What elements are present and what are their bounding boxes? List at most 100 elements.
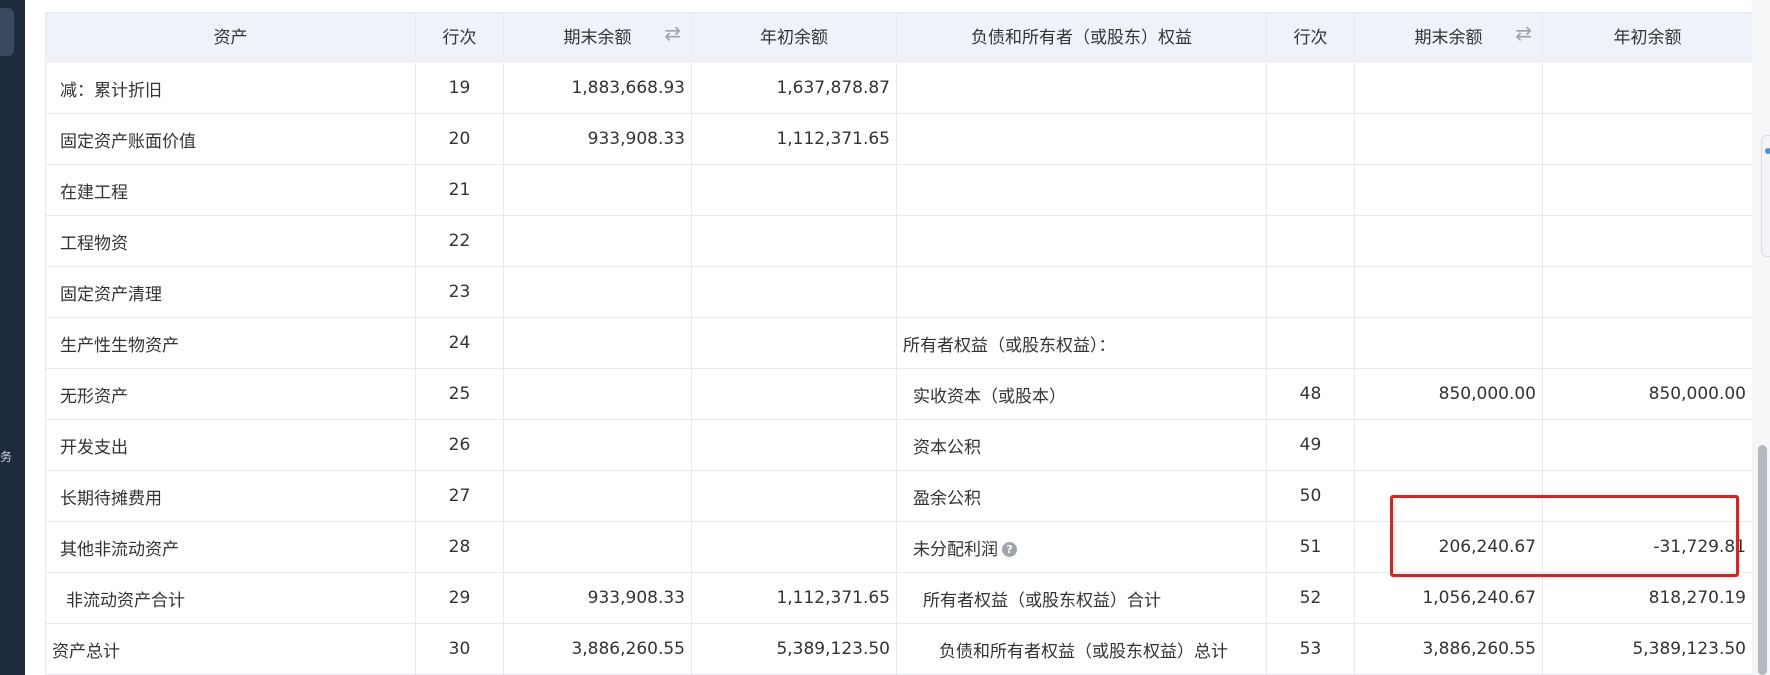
cell-row-no-2 bbox=[1266, 113, 1355, 165]
table-row[interactable]: 无形资产 25 实收资本（或股本） 48 850,000.00 850,000.… bbox=[45, 368, 1752, 420]
cell-end-balance-2[interactable] bbox=[1354, 317, 1543, 369]
table-row[interactable]: 长期待摊费用 27 盈余公积 50 bbox=[45, 470, 1752, 522]
cell-begin-balance-2[interactable]: -31,729.81 bbox=[1542, 521, 1752, 573]
cell-begin-balance[interactable] bbox=[691, 521, 897, 573]
cell-end-balance[interactable]: 933,908.33 bbox=[503, 572, 692, 624]
cell-begin-balance-2[interactable] bbox=[1542, 59, 1752, 114]
cell-begin-balance-2[interactable] bbox=[1542, 113, 1752, 165]
cell-asset-name: 在建工程 bbox=[45, 164, 416, 216]
header-end-balance: 期末余额 ⇄ bbox=[503, 12, 692, 61]
cell-end-balance-2[interactable] bbox=[1354, 419, 1543, 471]
cell-begin-balance-2[interactable] bbox=[1542, 470, 1752, 522]
table-row[interactable]: 开发支出 26 资本公积 49 bbox=[45, 419, 1752, 471]
table-row-total[interactable]: 资产总计 30 3,886,260.55 5,389,123.50 负债和所有者… bbox=[45, 623, 1752, 675]
cell-row-no: 21 bbox=[415, 164, 504, 216]
cell-begin-balance[interactable]: 5,389,123.50 bbox=[691, 623, 897, 675]
cell-begin-balance-2[interactable] bbox=[1542, 419, 1752, 471]
cell-row-no-2: 50 bbox=[1266, 470, 1355, 522]
cell-asset-name: 工程物资 bbox=[45, 215, 416, 267]
swap-icon[interactable]: ⇄ bbox=[1515, 21, 1532, 45]
cell-end-balance[interactable] bbox=[503, 419, 692, 471]
table-row[interactable]: 固定资产清理 23 bbox=[45, 266, 1752, 318]
cell-end-balance-2[interactable] bbox=[1354, 470, 1543, 522]
cell-begin-balance-2[interactable]: 5,389,123.50 bbox=[1542, 623, 1752, 675]
cell-row-no: 24 bbox=[415, 317, 504, 369]
table-row[interactable]: 固定资产账面价值 20 933,908.33 1,112,371.65 bbox=[45, 113, 1752, 165]
cell-liability-section-title: 所有者权益（或股东权益）： bbox=[896, 317, 1267, 369]
cell-asset-name: 开发支出 bbox=[45, 419, 416, 471]
table-header-row: 资产 行次 期末余额 ⇄ 年初余额 负债和所有者（或股东）权益 行次 期末余额 … bbox=[45, 12, 1752, 61]
cell-liability-name: 实收资本（或股本） bbox=[896, 368, 1267, 420]
cell-begin-balance[interactable] bbox=[691, 215, 897, 267]
cell-end-balance[interactable] bbox=[503, 521, 692, 573]
cell-begin-balance[interactable]: 1,112,371.65 bbox=[691, 113, 897, 165]
cell-begin-balance[interactable] bbox=[691, 266, 897, 318]
swap-icon[interactable]: ⇄ bbox=[664, 21, 681, 45]
cell-liability-name bbox=[896, 164, 1267, 216]
cell-end-balance-2[interactable] bbox=[1354, 266, 1543, 318]
cell-begin-balance[interactable] bbox=[691, 164, 897, 216]
table-row-subtotal[interactable]: 非流动资产合计 29 933,908.33 1,112,371.65 所有者权益… bbox=[45, 572, 1752, 624]
help-icon[interactable]: ? bbox=[1002, 542, 1017, 557]
cell-row-no: 19 bbox=[415, 59, 504, 114]
cell-end-balance-2[interactable]: 1,056,240.67 bbox=[1354, 572, 1543, 624]
cell-end-balance[interactable] bbox=[503, 470, 692, 522]
cell-begin-balance-2[interactable] bbox=[1542, 266, 1752, 318]
cell-end-balance-2[interactable] bbox=[1354, 113, 1543, 165]
nav-label-fragment: 务 bbox=[0, 450, 13, 464]
cell-begin-balance[interactable]: 1,112,371.65 bbox=[691, 572, 897, 624]
cell-liability-name: 未分配利润 bbox=[913, 539, 998, 560]
cell-row-no-2 bbox=[1266, 59, 1355, 114]
cell-end-balance[interactable] bbox=[503, 164, 692, 216]
cell-end-balance[interactable] bbox=[503, 317, 692, 369]
cell-begin-balance-2[interactable] bbox=[1542, 164, 1752, 216]
vertical-scrollbar-thumb[interactable] bbox=[1758, 445, 1767, 675]
table-row[interactable]: 生产性生物资产 24 所有者权益（或股东权益）： bbox=[45, 317, 1752, 369]
cell-end-balance[interactable] bbox=[503, 266, 692, 318]
cell-asset-name: 减：累计折旧 bbox=[45, 59, 416, 114]
cell-liability-name bbox=[896, 59, 1267, 114]
side-float-panel[interactable] bbox=[1761, 135, 1770, 257]
cell-row-no: 27 bbox=[415, 470, 504, 522]
cell-end-balance-2[interactable] bbox=[1354, 164, 1543, 216]
cell-liability-name bbox=[896, 266, 1267, 318]
cell-end-balance[interactable] bbox=[503, 215, 692, 267]
table-row[interactable]: 减：累计折旧 19 1,883,668.93 1,637,878.87 bbox=[45, 59, 1752, 114]
cell-liability-name: 盈余公积 bbox=[896, 470, 1267, 522]
table-row[interactable]: 工程物资 22 bbox=[45, 215, 1752, 267]
cell-row-no-2 bbox=[1266, 164, 1355, 216]
header-row-no: 行次 bbox=[415, 12, 504, 61]
cell-end-balance[interactable]: 3,886,260.55 bbox=[503, 623, 692, 675]
cell-begin-balance[interactable]: 1,637,878.87 bbox=[691, 59, 897, 114]
cell-end-balance[interactable]: 1,883,668.93 bbox=[503, 59, 692, 114]
cell-begin-balance[interactable] bbox=[691, 419, 897, 471]
cell-begin-balance-2[interactable]: 850,000.00 bbox=[1542, 368, 1752, 420]
header-begin-balance-2: 年初余额 bbox=[1542, 12, 1752, 61]
cell-begin-balance[interactable] bbox=[691, 470, 897, 522]
header-end-balance-label: 期末余额 bbox=[563, 27, 632, 48]
cell-liability-name bbox=[896, 215, 1267, 267]
cell-end-balance-2[interactable]: 850,000.00 bbox=[1354, 368, 1543, 420]
header-begin-balance: 年初余额 bbox=[691, 12, 897, 61]
table-row[interactable]: 在建工程 21 bbox=[45, 164, 1752, 216]
cell-end-balance-2[interactable] bbox=[1354, 215, 1543, 267]
cell-begin-balance[interactable] bbox=[691, 317, 897, 369]
header-end-balance-2-label: 期末余额 bbox=[1414, 27, 1483, 48]
cell-end-balance[interactable]: 933,908.33 bbox=[503, 113, 692, 165]
cell-liability-name: 负债和所有者权益（或股东权益）总计 bbox=[896, 623, 1267, 675]
nav-collapse-tab[interactable] bbox=[0, 8, 14, 56]
cell-begin-balance-2[interactable] bbox=[1542, 317, 1752, 369]
cell-end-balance-2[interactable]: 3,886,260.55 bbox=[1354, 623, 1543, 675]
cell-end-balance-2[interactable]: 206,240.67 bbox=[1354, 521, 1543, 573]
table-row-highlighted[interactable]: 其他非流动资产 28 未分配利润? 51 206,240.67 -31,729.… bbox=[45, 521, 1752, 573]
cell-row-no-2: 52 bbox=[1266, 572, 1355, 624]
left-nav-strip: 务 bbox=[0, 0, 25, 675]
side-float-indicator-icon bbox=[1765, 148, 1770, 154]
cell-end-balance-2[interactable] bbox=[1354, 59, 1543, 114]
cell-begin-balance-2[interactable]: 818,270.19 bbox=[1542, 572, 1752, 624]
cell-row-no: 28 bbox=[415, 521, 504, 573]
cell-end-balance[interactable] bbox=[503, 368, 692, 420]
cell-begin-balance[interactable] bbox=[691, 368, 897, 420]
header-row-no-2: 行次 bbox=[1266, 12, 1355, 61]
cell-begin-balance-2[interactable] bbox=[1542, 215, 1752, 267]
